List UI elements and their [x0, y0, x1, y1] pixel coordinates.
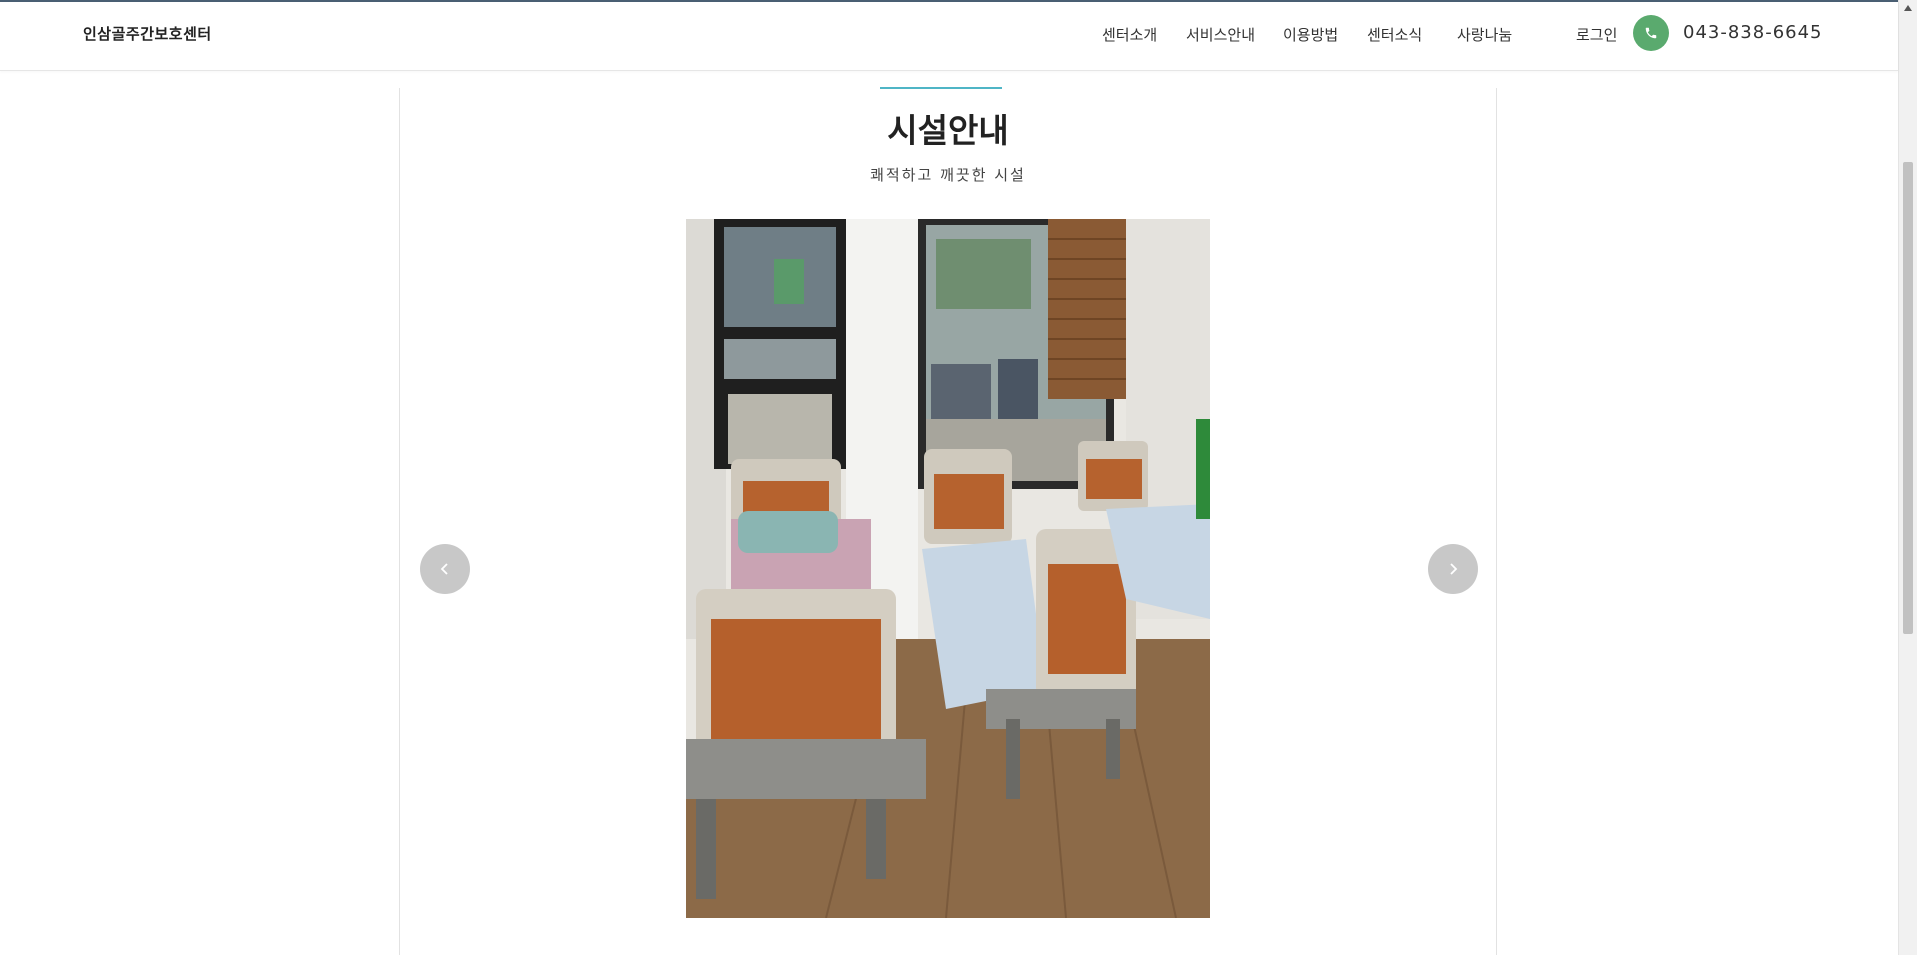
chevron-left-icon: [440, 563, 448, 575]
phone-icon: [1645, 27, 1657, 39]
chevron-right-icon: [1450, 563, 1458, 575]
section-subtitle: 쾌적하고 깨끗한 시설: [870, 166, 1026, 184]
triangle-up-icon: [1904, 5, 1912, 11]
site-logo[interactable]: 인삼골주간보호센터: [83, 23, 212, 44]
page: 인삼골주간보호센터 센터소개 서비스안내 이용방법 센터소식 사랑나눔 로그인 …: [0, 0, 1917, 955]
page-scrollbar[interactable]: [1898, 0, 1917, 955]
site-header: 인삼골주간보호센터 센터소개 서비스안내 이용방법 센터소식 사랑나눔 로그인 …: [0, 2, 1898, 71]
scroll-up-button[interactable]: [1899, 0, 1917, 16]
nav-item-news[interactable]: 센터소식: [1367, 24, 1422, 45]
slider-prev-button[interactable]: [420, 544, 470, 594]
accent-line: [880, 87, 1002, 89]
nav-item-center-intro[interactable]: 센터소개: [1102, 24, 1157, 45]
nav-item-how-to-use[interactable]: 이용방법: [1283, 24, 1338, 45]
nav-item-sharing[interactable]: 사랑나눔: [1457, 24, 1512, 45]
section-title: 시설안내: [887, 111, 1009, 150]
slider-next-button[interactable]: [1428, 544, 1478, 594]
phone-button[interactable]: [1633, 15, 1669, 51]
scroll-thumb[interactable]: [1903, 162, 1913, 634]
login-link[interactable]: 로그인: [1576, 24, 1617, 45]
phone-number[interactable]: 043-838-6645: [1683, 22, 1823, 43]
nav-item-services[interactable]: 서비스안내: [1186, 24, 1255, 45]
facility-photo: [686, 219, 1210, 918]
